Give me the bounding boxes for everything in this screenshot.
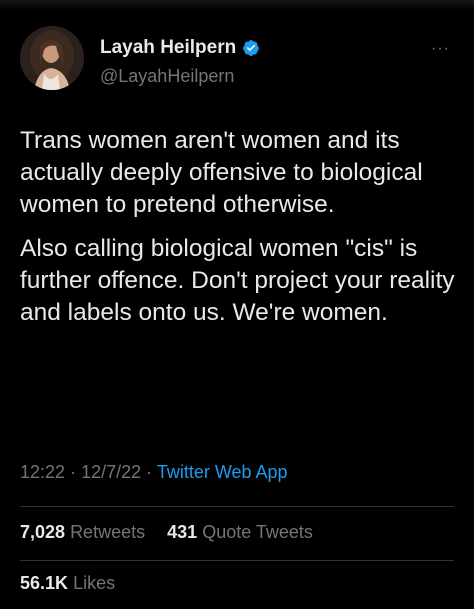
quote-tweets-link[interactable]: 431 Quote Tweets <box>167 522 313 542</box>
likes-link[interactable]: 56.1K Likes <box>20 573 115 593</box>
quote-tweets-count: 431 <box>167 522 198 542</box>
author-names: Layah Heilpern @LayahHeilpern <box>100 36 260 87</box>
quote-tweets-label: Quote Tweets <box>202 522 313 542</box>
likes-count: 56.1K <box>20 573 69 593</box>
retweet-stats: 7,028 Retweets 431 Quote Tweets <box>20 522 313 543</box>
more-options-icon[interactable]: ··· <box>431 40 450 58</box>
retweets-link[interactable]: 7,028 Retweets <box>20 522 150 542</box>
tweet-header: Layah Heilpern @LayahHeilpern ··· <box>20 26 454 100</box>
tweet-paragraph: Trans women aren't women and its actuall… <box>20 127 423 218</box>
handle[interactable]: @LayahHeilpern <box>100 66 260 87</box>
display-name[interactable]: Layah Heilpern <box>100 37 236 59</box>
verified-badge-icon <box>243 40 260 56</box>
retweets-label: Retweets <box>70 522 146 542</box>
divider <box>20 560 454 561</box>
retweets-count: 7,028 <box>20 522 66 542</box>
tweet-time[interactable]: 12:22 <box>20 462 65 482</box>
tweet-text: Trans women aren't women and its actuall… <box>20 125 460 341</box>
top-fade <box>0 0 474 10</box>
tweet-source-link[interactable]: Twitter Web App <box>157 462 288 482</box>
avatar[interactable] <box>20 26 84 90</box>
divider <box>20 506 454 507</box>
tweet-meta: 12:22 · 12/7/22 · Twitter Web App <box>20 462 288 483</box>
tweet-date[interactable]: 12/7/22 <box>81 462 141 482</box>
tweet-paragraph: Also calling biological women "cis" is f… <box>20 235 455 326</box>
likes-label: Likes <box>73 573 116 593</box>
likes-stats: 56.1K Likes <box>20 573 115 594</box>
meta-separator: · <box>70 462 77 482</box>
meta-separator: · <box>146 462 153 482</box>
